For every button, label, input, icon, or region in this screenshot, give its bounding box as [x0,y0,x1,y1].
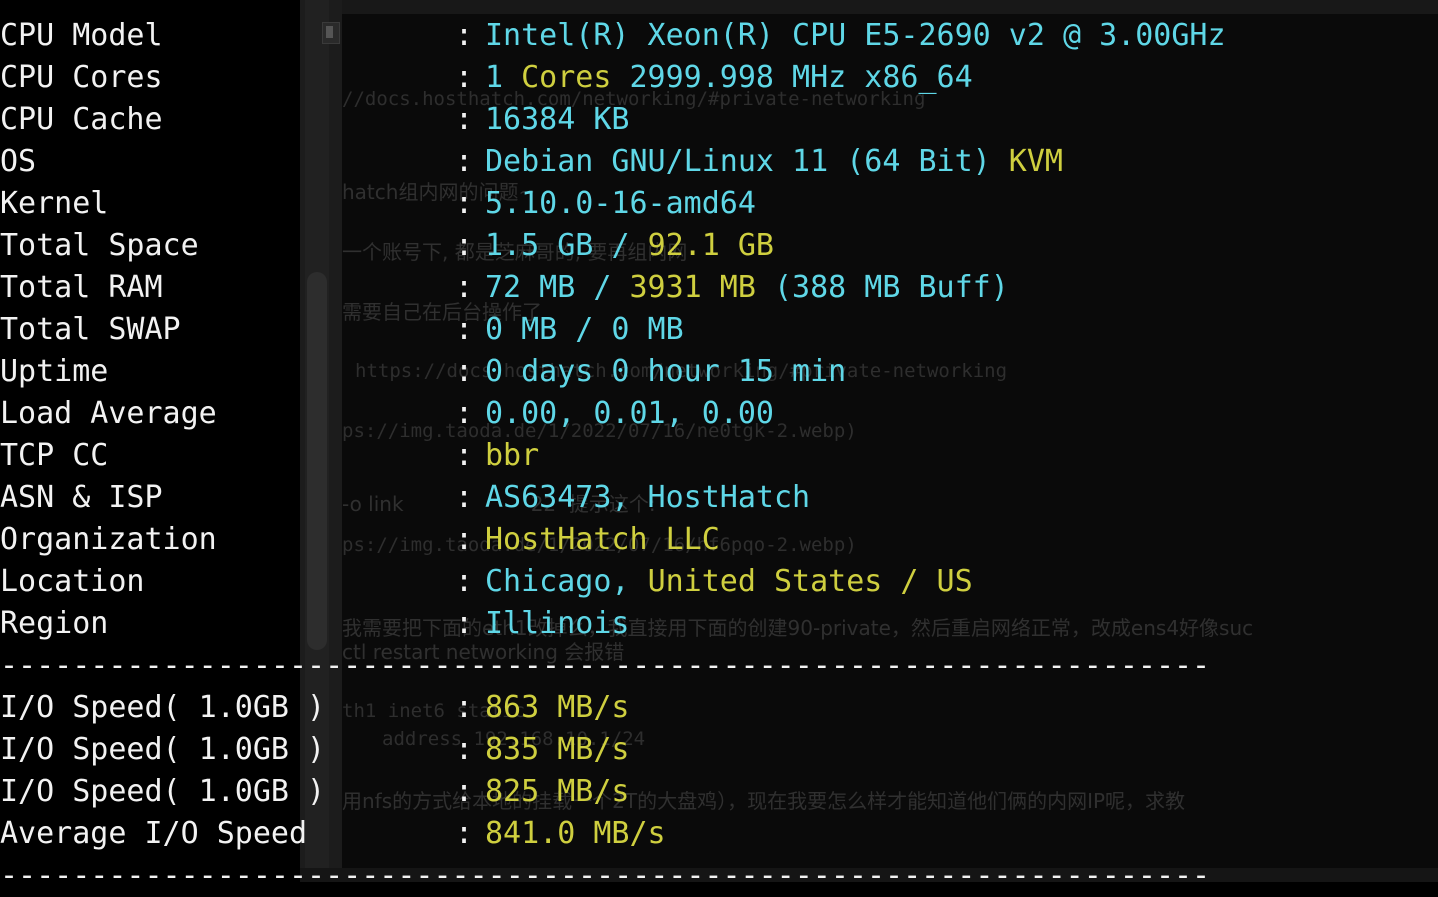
background-text-line: 需要自己在后台操作了 [342,300,542,324]
background-text-line: //docs.hosthatch.com/networking/#private… [342,88,926,110]
background-text-line: ps://img.taoda.de/1/2022/07/16/ne0tgk-2.… [342,420,857,442]
terminal-left-backing [0,0,300,882]
background-text-line: -o link 22 提示这个: [342,492,656,516]
background-text-line: th1 inet6 static [342,700,526,722]
background-text-line: hatch组内网的问题~ [342,180,536,204]
background-text-line: 用nfs的方式给本地的挂载一个2T的大盘鸡），现在我要怎么样才能知道他们俩的内网… [342,789,1186,813]
background-text-line: https://docs.hosthatch.com/networking/#p… [355,360,1008,382]
background-toolbar-chip-glyph [326,26,333,38]
background-text-line: address 192.168.10.1/24 [382,728,646,750]
background-text-line: 一个账号下, 都是芝麻哥的, 要再组内网 [342,240,688,264]
background-text-line: ctl restart networking 会报错 [342,640,625,664]
background-top-bar [342,0,1438,14]
background-text-line: ps://img.taoda.de/1/2022/07/16/hf6pqo-2.… [342,534,857,556]
scrollbar-thumb[interactable] [307,272,327,650]
